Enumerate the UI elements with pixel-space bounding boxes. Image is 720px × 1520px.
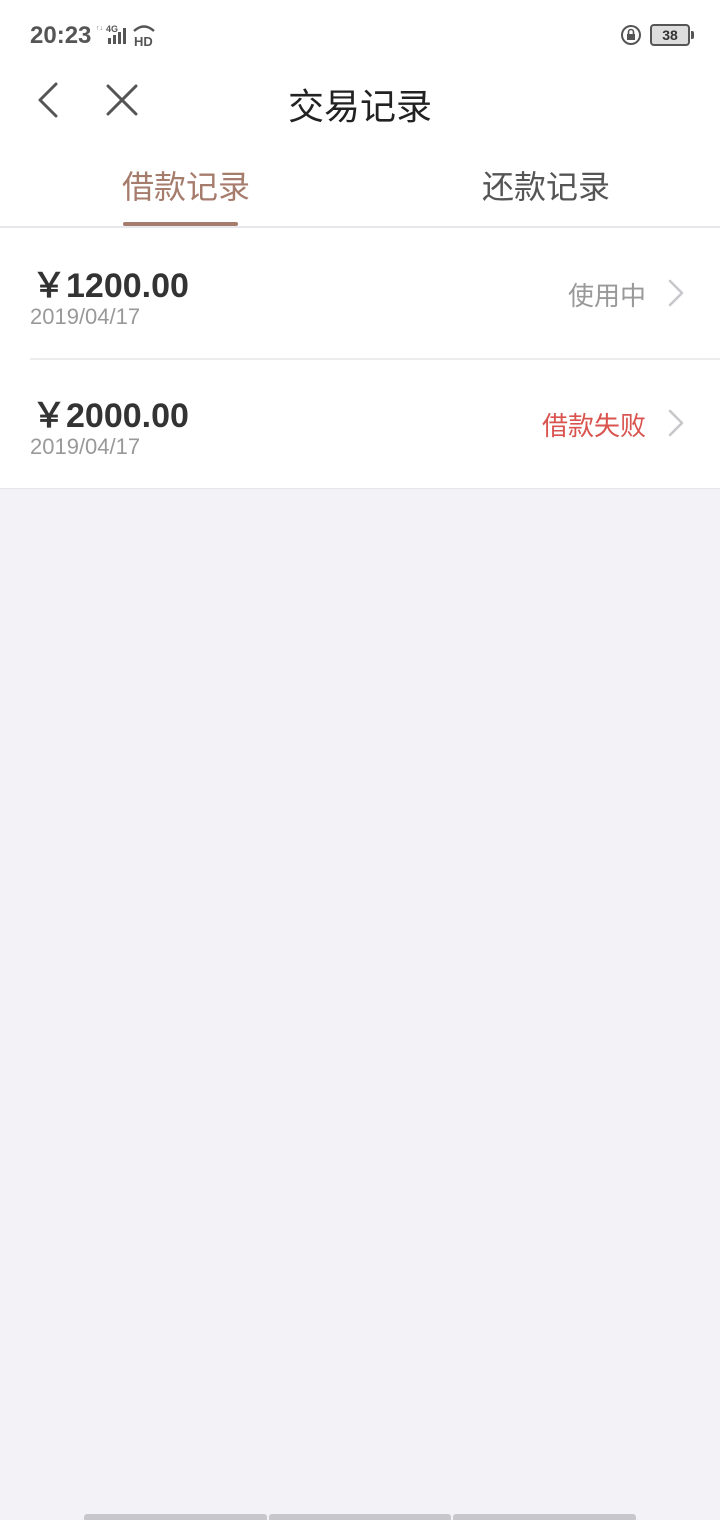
battery-icon: 38 [650,24,694,46]
tab-repay-records[interactable]: 还款记录 [482,162,610,208]
bottom-handle [84,1514,637,1520]
svg-text:↑↓: ↑↓ [96,25,103,32]
status-right: 38 [620,24,694,46]
chevron-right-icon [668,279,684,307]
record-status: 借款失败 [541,411,646,441]
record-item[interactable]: ￥1200.00 2019/04/17 使用中 [0,228,720,358]
top-section: 20:23 ↑↓ 4G HD 38 交易记录 借款记录 还款记录 [0,0,720,228]
record-list: ￥1200.00 2019/04/17 使用中 ￥2000.00 2019/04… [0,228,720,489]
record-date: 2019/04/17 [30,434,141,459]
bottom-handle-segment [84,1514,267,1520]
status-time: 20:23 [30,22,92,49]
record-status: 使用中 [567,281,646,311]
page-title: 交易记录 [287,86,432,127]
status-bar: 20:23 ↑↓ 4G HD 38 [0,0,720,72]
nav-bar: 交易记录 [0,72,720,128]
rotation-lock-icon [621,25,641,45]
svg-text:HD: HD [134,34,153,48]
record-item[interactable]: ￥2000.00 2019/04/17 借款失败 [0,358,720,488]
chevron-right-icon [668,409,684,437]
record-date: 2019/04/17 [30,304,141,329]
tab-borrow-records[interactable]: 借款记录 [122,162,250,208]
record-amount: ￥2000.00 [32,397,189,435]
record-amount: ￥1200.00 [32,267,189,305]
tab-bar: 借款记录 还款记录 [0,128,720,228]
bottom-handle-segment [453,1514,637,1520]
network-label: 4G [106,24,118,34]
bottom-handle-segment [268,1514,452,1520]
active-tab-indicator [123,222,238,226]
signal-icon: ↑↓ 4G HD [96,22,160,53]
